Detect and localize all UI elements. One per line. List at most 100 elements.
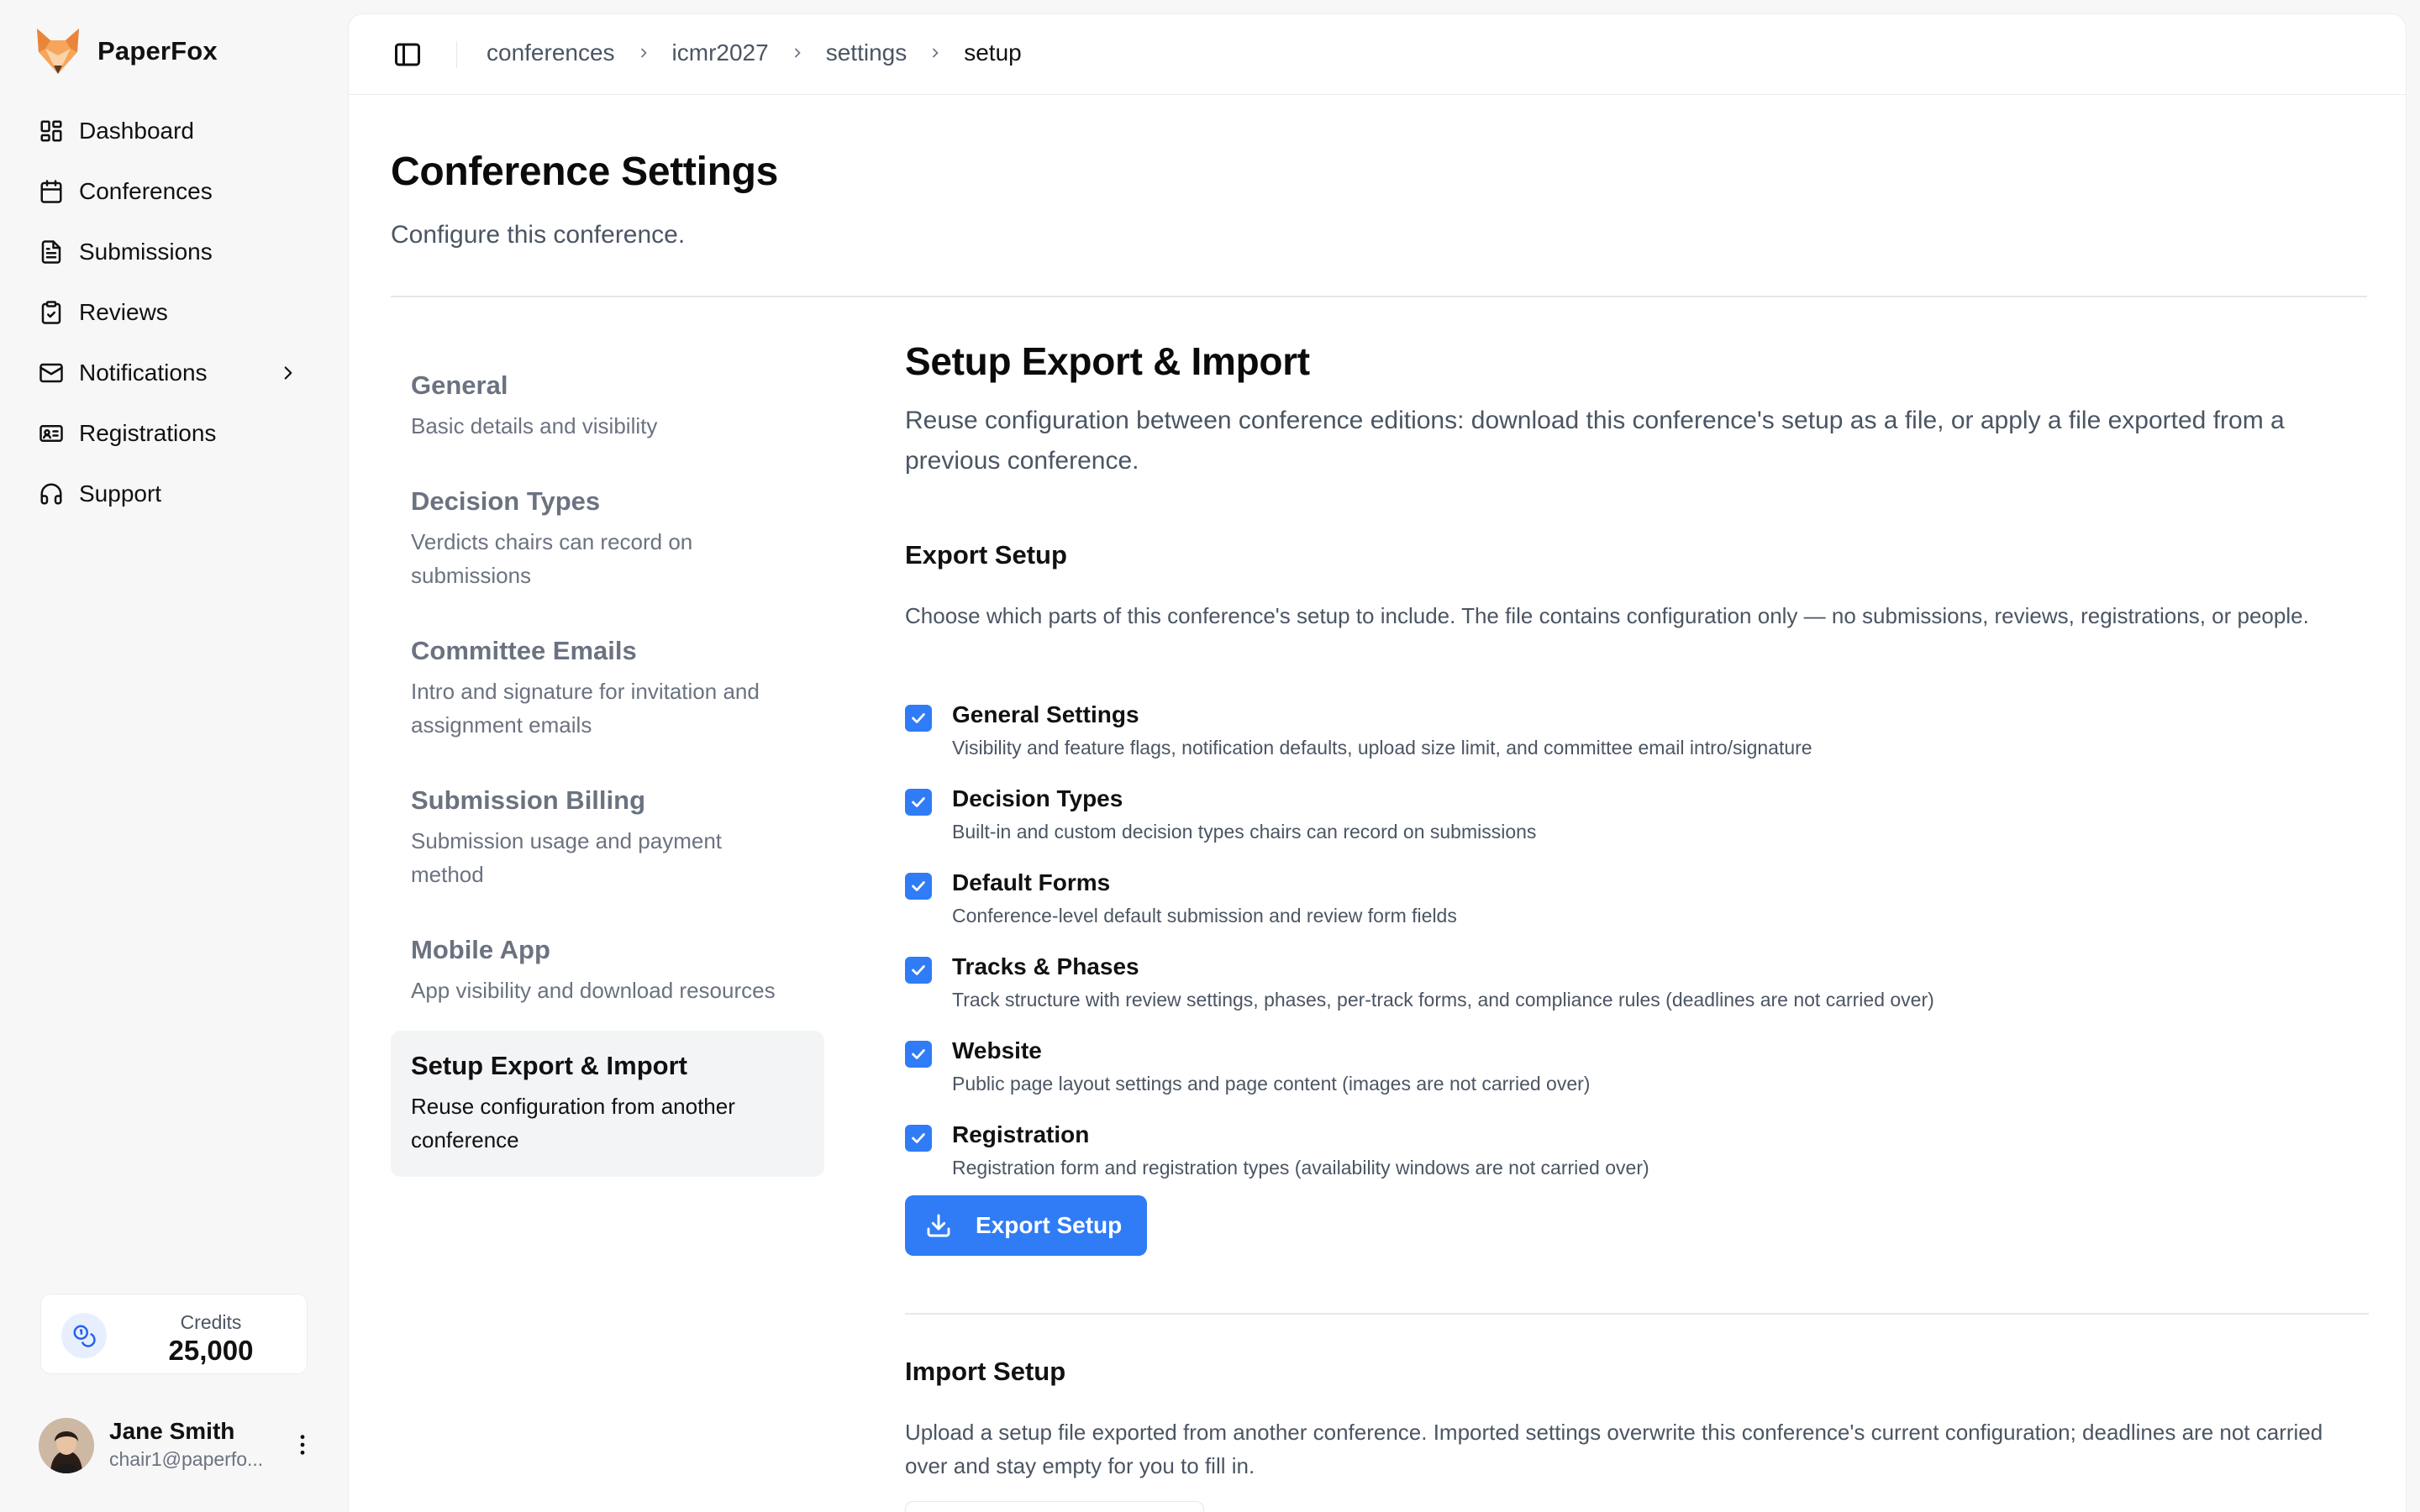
document-icon	[41, 240, 61, 264]
page-subtitle: Configure this conference.	[391, 221, 686, 249]
decision-types-checkbox[interactable]	[905, 789, 932, 816]
export-setup-button[interactable]: Export Setup	[905, 1195, 1147, 1256]
check-icon	[912, 797, 925, 807]
top-bar: conferences icmr2027 settings setup	[349, 14, 2406, 95]
check-icon	[912, 713, 925, 723]
chevron-right-icon	[933, 48, 939, 58]
option-description: Built-in and custom decision types chair…	[952, 821, 1537, 843]
default-forms-checkbox[interactable]	[905, 873, 932, 900]
sidebar-item-label: Dashboard	[79, 118, 194, 144]
settings-nav-desc: Reuse configuration from another confere…	[411, 1094, 735, 1152]
check-icon	[912, 1133, 925, 1143]
sidebar-item-dashboard[interactable]: Dashboard	[22, 104, 318, 158]
export-option-registration: Registration Registration form and regis…	[905, 1121, 2369, 1205]
settings-nav-desc: Intro and signature for invitation and a…	[411, 679, 760, 738]
breadcrumb-item-conference[interactable]: icmr2027	[672, 39, 769, 66]
divider	[905, 1313, 2369, 1315]
option-description: Visibility and feature flags, notificati…	[952, 737, 1812, 759]
avatar[interactable]	[39, 1418, 94, 1473]
fox-logo-icon	[37, 29, 79, 74]
divider	[456, 41, 457, 68]
breadcrumb-item-conferences[interactable]: conferences	[487, 39, 615, 66]
export-option-general-settings: General Settings Visibility and feature …	[905, 701, 2369, 785]
sidebar-item-conferences[interactable]: Conferences	[22, 165, 318, 218]
user-profile[interactable]: Jane Smith chair1@paperfo...	[39, 1416, 316, 1475]
headset-icon	[40, 483, 62, 505]
credits-card: Credits 25,000	[40, 1294, 308, 1374]
chevron-right-icon[interactable]	[277, 362, 299, 384]
sidebar-toggle-button[interactable]	[392, 39, 423, 70]
panel-left-icon	[395, 43, 420, 66]
sidebar-item-label: Registrations	[79, 420, 217, 446]
sidebar-item-reviews[interactable]: Reviews	[22, 286, 318, 339]
export-setup-title: Export Setup	[905, 540, 1067, 570]
settings-nav-title: Mobile App	[411, 935, 550, 964]
check-icon	[912, 881, 925, 891]
breadcrumb: conferences icmr2027 settings setup	[487, 39, 1022, 66]
settings-nav-title: Submission Billing	[411, 785, 646, 815]
brand[interactable]: PaperFox	[35, 27, 218, 76]
section-description: Reuse configuration between conference e…	[905, 407, 2285, 475]
sidebar-item-label: Reviews	[79, 299, 168, 325]
chevron-right-icon	[794, 48, 801, 58]
settings-nav-decision-types[interactable]: Decision Types Verdicts chairs can recor…	[391, 466, 824, 612]
main-panel: conferences icmr2027 settings setup Conf…	[348, 13, 2407, 1512]
export-option-tracks-phases: Tracks & Phases Track structure with rev…	[905, 953, 2369, 1037]
option-description: Conference-level default submission and …	[952, 905, 1457, 927]
option-title: Tracks & Phases	[952, 953, 1139, 979]
settings-nav-title: Setup Export & Import	[411, 1051, 687, 1080]
website-checkbox[interactable]	[905, 1041, 932, 1068]
settings-nav-submission-billing[interactable]: Submission Billing Submission usage and …	[391, 765, 824, 911]
sidebar-item-support[interactable]: Support	[22, 467, 318, 521]
brand-name: PaperFox	[97, 36, 218, 66]
export-setup-section: Export Setup Choose which parts of this …	[905, 540, 2369, 1256]
page-title: Conference Settings	[391, 150, 779, 194]
download-icon	[927, 1214, 950, 1237]
more-vertical-icon[interactable]	[289, 1431, 316, 1458]
main-nav: Dashboard Conferences Submissions Review…	[22, 104, 318, 528]
sidebar-item-registrations[interactable]: Registrations	[22, 407, 318, 460]
sidebar-item-submissions[interactable]: Submissions	[22, 225, 318, 279]
user-name: Jane Smith	[109, 1418, 235, 1444]
settings-nav-committee-emails[interactable]: Committee Emails Intro and signature for…	[391, 616, 824, 762]
sidebar: PaperFox Dashboard Conferences Submissio…	[0, 0, 348, 1512]
credits-value: 25,000	[168, 1335, 254, 1366]
sidebar-item-notifications[interactable]: Notifications	[22, 346, 318, 400]
chevron-right-icon	[640, 48, 647, 58]
settings-nav-general[interactable]: General Basic details and visibility	[391, 350, 824, 463]
settings-nav-setup-export-import[interactable]: Setup Export & Import Reuse configuratio…	[391, 1031, 824, 1177]
setup-export-import-section: Setup Export & Import Reuse configuratio…	[905, 339, 2369, 1512]
settings-nav-desc: Basic details and visibility	[411, 413, 658, 438]
sidebar-item-label: Conferences	[79, 178, 213, 204]
credits-label: Credits	[180, 1311, 242, 1333]
tracks-phases-checkbox[interactable]	[905, 957, 932, 984]
settings-nav-desc: Submission usage and payment method	[411, 828, 723, 887]
general-settings-checkbox[interactable]	[905, 705, 932, 732]
mail-icon	[39, 363, 63, 383]
export-setup-button-label: Export Setup	[976, 1212, 1123, 1238]
section-title: Setup Export & Import	[905, 339, 1310, 383]
divider	[391, 296, 2367, 297]
file-upload-button[interactable]	[905, 1501, 1204, 1512]
id-card-icon	[39, 425, 63, 442]
sidebar-item-label: Notifications	[79, 360, 208, 386]
option-title: General Settings	[952, 701, 1139, 727]
option-description: Public page layout settings and page con…	[952, 1073, 1591, 1095]
breadcrumb-item-current: setup	[964, 39, 1022, 66]
option-description: Registration form and registration types…	[952, 1157, 1649, 1179]
check-icon	[912, 965, 925, 975]
check-icon	[912, 1049, 925, 1059]
registration-checkbox[interactable]	[905, 1125, 932, 1152]
settings-nav-desc: App visibility and download resources	[411, 978, 776, 1003]
settings-nav: General Basic details and visibility Dec…	[391, 350, 824, 1180]
breadcrumb-item-settings[interactable]: settings	[826, 39, 908, 66]
export-option-decision-types: Decision Types Built-in and custom decis…	[905, 785, 2369, 869]
calendar-icon	[40, 180, 62, 203]
settings-nav-title: General	[411, 370, 508, 400]
user-email: chair1@paperfo...	[109, 1448, 264, 1470]
option-description: Track structure with review settings, ph…	[952, 989, 1934, 1011]
dashboard-icon	[40, 120, 62, 142]
clipboard-check-icon	[41, 301, 61, 324]
settings-nav-mobile-app[interactable]: Mobile App App visibility and download r…	[391, 915, 824, 1027]
option-title: Default Forms	[952, 869, 1111, 895]
